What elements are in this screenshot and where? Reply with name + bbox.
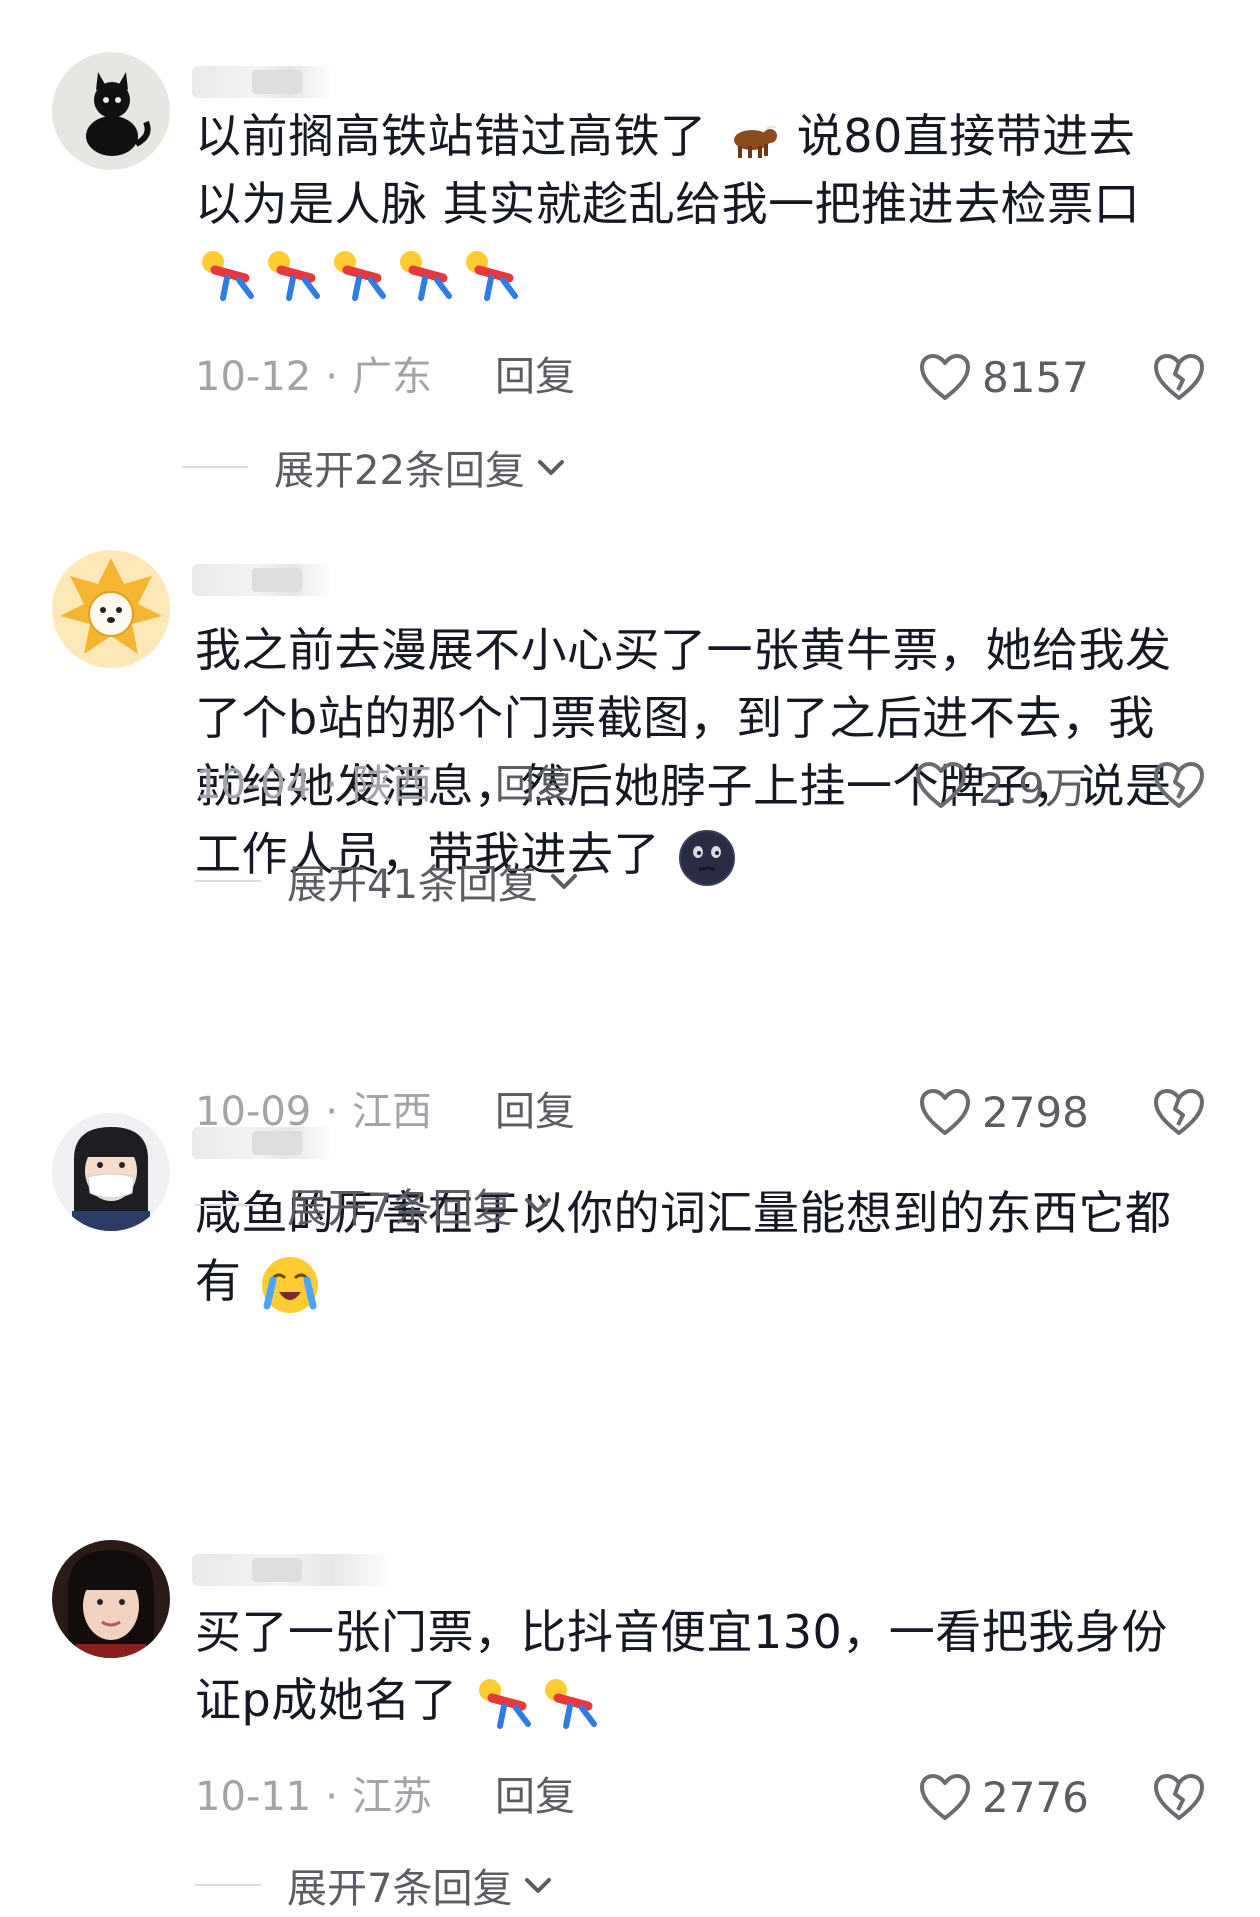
comment-location: 陕西 <box>351 762 432 808</box>
chevron-down-icon <box>525 1198 552 1213</box>
heart-outline-icon <box>920 1774 970 1820</box>
avatar[interactable] <box>52 1113 170 1231</box>
falling-person-emoji-icon <box>268 250 320 301</box>
comment-text: 我之前去漫展不小心买了一张黄牛票，她给我发 了个b站的那个门票截图，到了之后进不… <box>195 616 1215 888</box>
reply-button[interactable]: 回复 <box>495 1772 575 1822</box>
comment-meta: 10-12 · 广东 <box>195 352 432 402</box>
chevron-down-icon <box>550 874 577 889</box>
comment-location: 江苏 <box>351 1774 432 1820</box>
divider <box>195 880 261 882</box>
emoji-row <box>195 238 1215 306</box>
username-blurred[interactable] <box>192 1554 392 1586</box>
chevron-down-icon <box>525 1878 552 1893</box>
expand-replies-button[interactable]: 展开7条回复 <box>195 1858 554 1912</box>
like-count: 2776 <box>982 1772 1089 1822</box>
expand-replies-label: 展开22条回复 <box>274 448 525 494</box>
comment-date: 10-04 <box>195 762 312 808</box>
girl-with-mask-avatar-icon <box>52 1113 170 1231</box>
meta-separator: · <box>325 1774 338 1820</box>
comment-location: 广东 <box>351 354 432 400</box>
avatar[interactable] <box>52 550 170 668</box>
falling-person-emoji-icon <box>545 1678 598 1729</box>
comment-text-segment: 说80直接带进去 <box>796 109 1136 163</box>
comment-date: 10-12 <box>195 354 312 400</box>
comment-location: 江西 <box>351 1089 432 1135</box>
like-count: 8157 <box>982 352 1089 402</box>
comment-text: 买了一张门票，比抖音便宜130，一看把我身份 证p成她名了 <box>195 1598 1215 1734</box>
dog-maple-leaf-avatar-icon <box>52 550 170 668</box>
reply-button[interactable]: 回复 <box>495 1087 575 1137</box>
comment-feed: 以前搁高铁站错过高铁了 说80直接带进去 以为是人脉 其实就趁乱给我一把推进去检… <box>0 0 1260 1917</box>
reply-button[interactable]: 回复 <box>495 352 575 402</box>
divider <box>195 1204 261 1206</box>
comment-text: 以前搁高铁站错过高铁了 说80直接带进去 以为是人脉 其实就趁乱给我一把推进去检… <box>195 102 1215 306</box>
broken-heart-icon[interactable] <box>1152 1770 1206 1824</box>
like-button[interactable]: 2776 <box>918 1769 1089 1825</box>
girl-portrait-avatar-icon <box>52 1540 170 1658</box>
meta-separator: · <box>325 1089 338 1135</box>
falling-person-emoji-icon <box>202 250 254 301</box>
comment-text-segment: 有 <box>195 1254 242 1308</box>
falling-person-emoji-icon <box>400 250 452 301</box>
avatar[interactable] <box>52 52 170 170</box>
expand-replies-button[interactable]: 展开41条回复 <box>195 854 580 908</box>
meta-separator: · <box>325 354 338 400</box>
like-button[interactable]: 2.9万 <box>914 757 1087 813</box>
heart-outline-icon <box>920 354 970 400</box>
expand-replies-label: 展开41条回复 <box>287 862 538 908</box>
expand-replies-button[interactable]: 展开22条回复 <box>182 440 567 494</box>
divider <box>195 1884 261 1886</box>
username-blurred[interactable] <box>192 564 332 596</box>
reply-button[interactable]: 回复 <box>495 760 575 810</box>
chevron-down-icon <box>537 460 564 475</box>
expand-replies-label: 展开7条回复 <box>287 1866 513 1912</box>
black-cat-avatar-icon <box>52 52 170 170</box>
comment-date: 10-11 <box>195 1774 312 1820</box>
comment-meta: 10-04 · 陕西 <box>195 760 432 810</box>
crying-face-emoji-icon <box>261 1256 318 1313</box>
falling-person-emoji-icon <box>334 250 386 301</box>
divider <box>182 466 248 468</box>
falling-person-emoji-icon <box>466 250 518 301</box>
like-button[interactable]: 8157 <box>918 349 1089 405</box>
comment-text-line: 以为是人脉 其实就趁乱给我一把推进去检票口 <box>195 177 1141 231</box>
broken-heart-icon[interactable] <box>1152 350 1206 404</box>
comment-meta: 10-09 · 江西 <box>195 1087 432 1137</box>
comment-text-segment: 证p成她名了 <box>195 1673 458 1727</box>
heart-outline-icon <box>916 762 966 808</box>
broken-heart-icon[interactable] <box>1152 758 1206 812</box>
username-blurred[interactable] <box>192 66 332 98</box>
comment-text-line: 我之前去漫展不小心买了一张黄牛票，她给我发 <box>195 623 1172 677</box>
expand-replies-button[interactable]: 展开7条回复 <box>195 1178 554 1232</box>
dark-moon-face-emoji-icon <box>679 829 736 886</box>
heart-outline-icon <box>920 1089 970 1135</box>
comment-meta: 10-11 · 江苏 <box>195 1772 432 1822</box>
bull-emoji-icon <box>733 124 777 158</box>
expand-replies-label: 展开7条回复 <box>287 1186 513 1232</box>
comment-text-line: 了个b站的那个门票截图，到了之后进不去，我 <box>195 691 1155 745</box>
like-count: 2798 <box>982 1087 1089 1137</box>
comment-text-line: 买了一张门票，比抖音便宜130，一看把我身份 <box>195 1605 1168 1659</box>
broken-heart-icon[interactable] <box>1152 1085 1206 1139</box>
meta-separator: · <box>325 762 338 808</box>
avatar[interactable] <box>52 1540 170 1658</box>
comment-date: 10-09 <box>195 1089 312 1135</box>
comment-text-segment: 以前搁高铁站错过高铁了 <box>195 109 707 163</box>
like-count: 2.9万 <box>978 763 1087 813</box>
falling-person-emoji-icon <box>479 1678 532 1729</box>
like-button[interactable]: 2798 <box>918 1084 1089 1140</box>
